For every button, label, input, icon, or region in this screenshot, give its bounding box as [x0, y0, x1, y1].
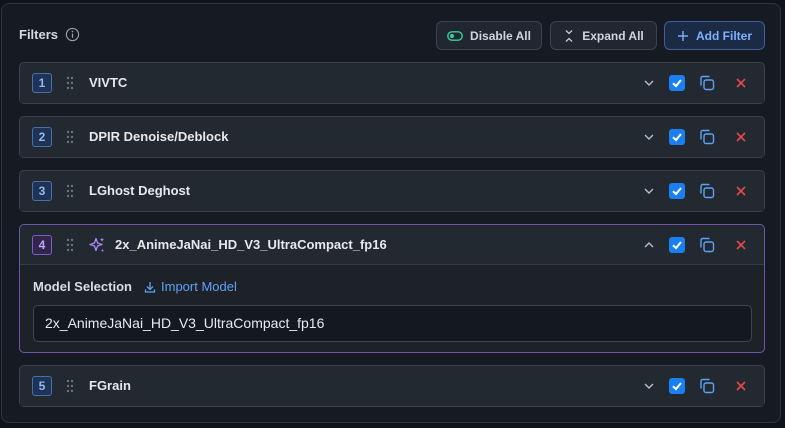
filter-row-expanded[interactable]: 4 2x_AnimeJaNai_HD_V3_UltraCompact_fp16 …	[19, 224, 765, 353]
toggle-icon	[447, 30, 463, 41]
disable-all-label: Disable All	[470, 28, 531, 43]
filter-row[interactable]: 3 LGhost Deghost	[19, 170, 765, 212]
import-model-label: Import Model	[161, 279, 237, 294]
checkmark-icon	[672, 241, 682, 250]
chevron-down-icon[interactable]	[642, 130, 656, 144]
filters-panel: Filters Disable All Expand All Add Filte…	[1, 3, 781, 423]
sparkle-icon	[89, 237, 105, 252]
download-icon	[144, 281, 156, 293]
drag-handle-icon[interactable]	[66, 379, 74, 393]
enable-checkbox[interactable]	[669, 75, 685, 91]
filter-row[interactable]: 1 VIVTC	[19, 62, 765, 104]
plus-icon	[678, 30, 688, 41]
chevron-up-icon[interactable]	[642, 238, 656, 252]
filters-header: Filters Disable All Expand All Add Filte…	[2, 4, 780, 62]
filter-row-header[interactable]: 5 FGrain	[20, 366, 764, 406]
filter-row-header[interactable]: 3 LGhost Deghost	[20, 171, 764, 211]
filter-name: LGhost Deghost	[89, 183, 191, 198]
model-selection-input[interactable]: 2x_AnimeJaNai_HD_V3_UltraCompact_fp16	[33, 305, 752, 342]
close-icon[interactable]	[733, 378, 749, 394]
drag-handle-icon[interactable]	[66, 184, 74, 198]
expand-all-button[interactable]: Expand All	[550, 21, 657, 50]
filter-index-badge: 5	[32, 376, 52, 396]
expand-icon	[565, 29, 573, 42]
filter-name: VIVTC	[89, 75, 128, 90]
close-icon[interactable]	[733, 183, 749, 199]
close-icon[interactable]	[733, 75, 749, 91]
filter-index-badge: 4	[32, 235, 52, 255]
enable-checkbox[interactable]	[669, 129, 685, 145]
enable-checkbox[interactable]	[669, 378, 685, 394]
copy-icon[interactable]	[698, 182, 716, 200]
copy-icon[interactable]	[698, 74, 716, 92]
copy-icon[interactable]	[698, 128, 716, 146]
add-filter-label: Add Filter	[696, 28, 752, 43]
filter-name: FGrain	[89, 378, 131, 393]
copy-icon[interactable]	[698, 236, 716, 254]
copy-icon[interactable]	[698, 377, 716, 395]
chevron-down-icon[interactable]	[642, 76, 656, 90]
add-filter-button[interactable]: Add Filter	[664, 21, 765, 50]
drag-handle-icon[interactable]	[66, 238, 74, 252]
filter-name: 2x_AnimeJaNai_HD_V3_UltraCompact_fp16	[115, 237, 387, 252]
filter-row-header[interactable]: 4 2x_AnimeJaNai_HD_V3_UltraCompact_fp16	[20, 225, 764, 265]
checkmark-icon	[672, 382, 682, 391]
filter-row-header[interactable]: 2 DPIR Denoise/Deblock	[20, 117, 764, 157]
close-icon[interactable]	[733, 237, 749, 253]
filter-row[interactable]: 5 FGrain	[19, 365, 765, 407]
expand-all-label: Expand All	[582, 28, 644, 43]
enable-checkbox[interactable]	[669, 237, 685, 253]
filter-index-badge: 2	[32, 127, 52, 147]
checkmark-icon	[672, 79, 682, 88]
chevron-down-icon[interactable]	[642, 184, 656, 198]
drag-handle-icon[interactable]	[66, 130, 74, 144]
close-icon[interactable]	[733, 129, 749, 145]
filters-title: Filters	[19, 27, 59, 42]
enable-checkbox[interactable]	[669, 183, 685, 199]
filter-index-badge: 1	[32, 73, 52, 93]
disable-all-button[interactable]: Disable All	[436, 21, 542, 50]
model-selection-label: Model Selection	[33, 279, 132, 294]
filter-row[interactable]: 2 DPIR Denoise/Deblock	[19, 116, 765, 158]
drag-handle-icon[interactable]	[66, 76, 74, 90]
filter-index-badge: 3	[32, 181, 52, 201]
filter-row-header[interactable]: 1 VIVTC	[20, 63, 764, 103]
import-model-link[interactable]: Import Model	[144, 279, 237, 294]
chevron-down-icon[interactable]	[642, 379, 656, 393]
filter-name: DPIR Denoise/Deblock	[89, 129, 229, 144]
info-icon[interactable]	[65, 27, 80, 42]
checkmark-icon	[672, 187, 682, 196]
checkmark-icon	[672, 133, 682, 142]
